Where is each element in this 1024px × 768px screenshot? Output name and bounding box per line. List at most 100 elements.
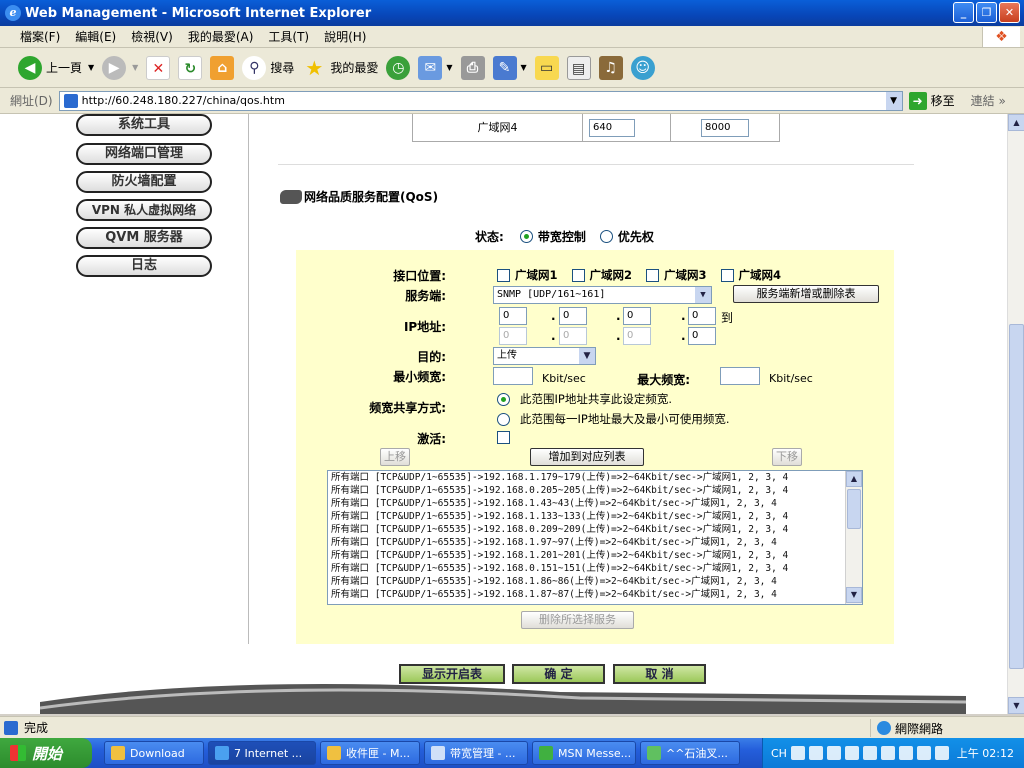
chevron-down-icon[interactable]: ▼ bbox=[132, 63, 138, 72]
messenger-tray-icon[interactable] bbox=[916, 746, 931, 760]
menu-help[interactable]: 說明(H) bbox=[324, 28, 366, 45]
ip-start-octet-3[interactable]: 0 bbox=[623, 307, 651, 325]
media-button[interactable]: ♫ bbox=[598, 55, 623, 80]
back-button[interactable]: ◀ 上一頁 ▼ bbox=[18, 55, 94, 80]
move-down-button[interactable]: 下移 bbox=[772, 448, 802, 466]
share-each-radio[interactable] bbox=[497, 412, 510, 426]
volume-icon[interactable] bbox=[898, 746, 913, 760]
stop-button[interactable]: ✕ bbox=[146, 55, 171, 80]
monitor-icon[interactable] bbox=[934, 746, 949, 760]
status-bandwidth-radio[interactable] bbox=[519, 230, 533, 243]
scroll-thumb[interactable] bbox=[1009, 324, 1024, 669]
task-chat[interactable]: ^^石油叉... bbox=[640, 741, 740, 765]
refresh-button[interactable]: ↻ bbox=[178, 55, 203, 80]
sidebar-item-log[interactable]: 日志 bbox=[76, 255, 212, 277]
wan2-checkbox[interactable] bbox=[571, 268, 585, 282]
list-item[interactable]: 所有端口 [TCP&UDP/1~65535]->192.168.0.151~15… bbox=[328, 562, 862, 575]
task-download[interactable]: Download bbox=[104, 741, 204, 765]
wan4-checkbox[interactable] bbox=[720, 268, 734, 282]
task-bandwidth[interactable]: 带宽管理 - ... bbox=[424, 741, 528, 765]
rules-listbox[interactable]: 所有端口 [TCP&UDP/1~65535]->192.168.1.179~17… bbox=[327, 470, 863, 605]
task-internet-explorer[interactable]: 7 Internet ... bbox=[208, 741, 316, 765]
history-button[interactable]: ◷ bbox=[386, 55, 411, 80]
ip-start-octet-4[interactable]: 0 bbox=[688, 307, 716, 325]
share-shared-radio[interactable] bbox=[497, 392, 510, 406]
close-button[interactable]: ✕ bbox=[999, 2, 1020, 23]
antivirus-icon[interactable] bbox=[862, 746, 877, 760]
network-icon[interactable] bbox=[880, 746, 895, 760]
ip-start-octet-1[interactable]: 0 bbox=[499, 307, 527, 325]
help-icon[interactable] bbox=[826, 746, 841, 760]
move-up-button[interactable]: 上移 bbox=[380, 448, 410, 466]
list-item[interactable]: 所有端口 [TCP&UDP/1~65535]->192.168.1.201~20… bbox=[328, 549, 862, 562]
add-to-list-button[interactable]: 增加到对应列表 bbox=[530, 448, 644, 466]
scroll-down-icon[interactable]: ▼ bbox=[846, 587, 862, 603]
wan3-checkbox[interactable] bbox=[646, 268, 660, 282]
restore-button[interactable]: ❐ bbox=[976, 2, 997, 23]
forward-button[interactable]: ▶ ▼ bbox=[102, 55, 138, 80]
scroll-up-icon[interactable]: ▲ bbox=[846, 471, 862, 487]
search-button[interactable]: ⚲ 搜尋 bbox=[242, 55, 294, 80]
list-item[interactable]: 所有端口 [TCP&UDP/1~65535]->192.168.1.86~86(… bbox=[328, 575, 862, 588]
page-scrollbar[interactable]: ▲ ▼ bbox=[1007, 114, 1024, 714]
min-bandwidth-value[interactable]: 640 bbox=[589, 119, 635, 137]
expand-tray-icon[interactable] bbox=[844, 746, 859, 760]
links-button[interactable]: 連結 » bbox=[971, 92, 1006, 109]
activate-checkbox[interactable] bbox=[497, 431, 510, 444]
keyboard-icon[interactable] bbox=[790, 746, 805, 760]
task-msn[interactable]: MSN Messe... bbox=[532, 741, 636, 765]
menu-file[interactable]: 檔案(F) bbox=[20, 28, 60, 45]
edit-button[interactable]: ✎ ▼ bbox=[492, 55, 527, 80]
sidebar-item-vpn[interactable]: VPN 私人虚拟网络 bbox=[76, 199, 212, 221]
list-item[interactable]: 所有端口 [TCP&UDP/1~65535]->192.168.1.133~13… bbox=[328, 510, 862, 523]
chevron-down-icon[interactable]: ▼ bbox=[446, 63, 452, 72]
list-item[interactable]: 所有端口 [TCP&UDP/1~65535]->192.168.0.205~20… bbox=[328, 484, 862, 497]
menu-edit[interactable]: 編輯(E) bbox=[75, 28, 116, 45]
chevron-down-icon[interactable]: ▼ bbox=[885, 91, 902, 110]
max-bandwidth-value[interactable]: 8000 bbox=[701, 119, 749, 137]
address-input[interactable]: http://60.248.180.227/china/qos.htm ▼ bbox=[58, 90, 903, 111]
list-item[interactable]: 所有端口 [TCP&UDP/1~65535]->192.168.1.87~87(… bbox=[328, 588, 862, 601]
sidebar-divider bbox=[248, 114, 249, 644]
sidebar-item-system-tools[interactable]: 系统工具 bbox=[76, 114, 212, 136]
max-bandwidth-input[interactable] bbox=[720, 367, 760, 385]
list-item[interactable]: 所有端口 [TCP&UDP/1~65535]->192.168.1.179~17… bbox=[328, 471, 862, 484]
pen-icon[interactable] bbox=[808, 746, 823, 760]
ip-start-octet-2[interactable]: 0 bbox=[559, 307, 587, 325]
sidebar-item-qvm[interactable]: QVM 服务器 bbox=[76, 227, 212, 249]
menu-view[interactable]: 檢視(V) bbox=[131, 28, 173, 45]
mail-button[interactable]: ✉ ▼ bbox=[418, 55, 453, 80]
language-indicator[interactable]: CH bbox=[771, 747, 787, 760]
scroll-thumb[interactable] bbox=[847, 489, 861, 529]
scroll-up-icon[interactable]: ▲ bbox=[1008, 114, 1024, 131]
destination-select[interactable]: 上传 ▼ bbox=[493, 347, 596, 365]
list-item[interactable]: 所有端口 [TCP&UDP/1~65535]->192.168.0.209~20… bbox=[328, 523, 862, 536]
delete-selected-button[interactable]: 删除所选择服务 bbox=[521, 611, 634, 629]
service-select[interactable]: SNMP [UDP/161~161] ▼ bbox=[493, 286, 712, 304]
status-priority-radio[interactable] bbox=[599, 230, 613, 243]
wan1-checkbox[interactable] bbox=[497, 268, 510, 282]
ip-end-octet-4[interactable]: 0 bbox=[688, 327, 716, 345]
menu-favorites[interactable]: 我的最愛(A) bbox=[188, 28, 254, 45]
home-button[interactable]: ⌂ bbox=[210, 55, 235, 80]
list-scrollbar[interactable]: ▲ ▼ bbox=[845, 471, 862, 604]
list-item[interactable]: 所有端口 [TCP&UDP/1~65535]->192.168.1.43~43(… bbox=[328, 497, 862, 510]
start-button[interactable]: 開始 bbox=[0, 738, 92, 768]
research-button[interactable]: ▤ bbox=[566, 55, 591, 80]
messenger-button[interactable]: ☺ bbox=[630, 55, 655, 80]
service-table-button[interactable]: 服务端新增或删除表 bbox=[733, 285, 879, 303]
go-button[interactable]: ➜ 移至 bbox=[908, 91, 955, 110]
sidebar-item-firewall[interactable]: 防火墙配置 bbox=[76, 171, 212, 193]
list-item[interactable]: 所有端口 [TCP&UDP/1~65535]->192.168.1.97~97(… bbox=[328, 536, 862, 549]
print-button[interactable]: ⎙ bbox=[460, 55, 485, 80]
chevron-down-icon[interactable]: ▼ bbox=[88, 63, 94, 72]
chevron-down-icon[interactable]: ▼ bbox=[521, 63, 527, 72]
minimize-button[interactable]: _ bbox=[953, 2, 974, 23]
favorites-button[interactable]: ★ 我的最愛 bbox=[302, 56, 378, 80]
task-inbox[interactable]: 收件匣 - M... bbox=[320, 741, 420, 765]
notes-button[interactable]: ▭ bbox=[534, 55, 559, 80]
sidebar-item-port-management[interactable]: 网络端口管理 bbox=[76, 143, 212, 165]
menu-tools[interactable]: 工具(T) bbox=[268, 28, 309, 45]
scroll-down-icon[interactable]: ▼ bbox=[1008, 697, 1024, 714]
min-bandwidth-input[interactable] bbox=[493, 367, 533, 385]
